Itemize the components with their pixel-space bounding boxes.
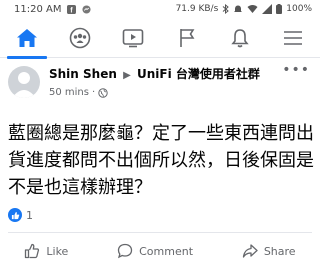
- home-icon: [16, 28, 37, 47]
- post-time[interactable]: 50 mins: [49, 87, 89, 98]
- tab-groups[interactable]: [58, 19, 102, 57]
- post-header: Shin Shen ▶ UniFi 台灣使用者社群 50 mins · •••: [0, 60, 320, 104]
- groups-icon: [69, 27, 91, 48]
- status-time: 11:20 AM: [14, 3, 62, 15]
- status-left: 11:20 AM f: [14, 3, 92, 15]
- share-label: Share: [263, 244, 296, 258]
- bell-icon: [231, 28, 249, 47]
- action-divider: [8, 232, 312, 233]
- menu-icon: [284, 30, 303, 45]
- reaction-count: 1: [26, 208, 33, 222]
- flag-icon: [179, 28, 195, 47]
- like-button[interactable]: Like: [14, 239, 78, 263]
- battery-icon: [276, 4, 283, 14]
- bluetooth-icon: [222, 4, 230, 14]
- tab-menu[interactable]: [271, 19, 315, 57]
- tab-notifications[interactable]: [218, 19, 262, 57]
- thumbs-up-icon: [25, 243, 40, 259]
- action-bar: Like Comment Share: [0, 236, 320, 266]
- post-sub-line: 50 mins ·: [49, 87, 282, 98]
- avatar[interactable]: [8, 66, 40, 98]
- tab-pages[interactable]: [165, 19, 209, 57]
- tab-bar: [0, 18, 320, 59]
- video-icon: [123, 28, 144, 47]
- default-avatar-icon: [12, 72, 36, 98]
- network-speed: 71.9 KB/s: [175, 4, 219, 14]
- globe-icon: [98, 87, 108, 98]
- status-right: 71.9 KB/s 100%: [176, 4, 312, 14]
- facebook-notification-icon: f: [67, 4, 77, 14]
- post-meta: Shin Shen ▶ UniFi 台灣使用者社群 50 mins ·: [49, 66, 282, 98]
- battery-level: 100%: [286, 4, 312, 14]
- reactions-summary[interactable]: 1: [8, 208, 33, 222]
- signal-icon: [262, 4, 273, 14]
- comment-label: Comment: [139, 244, 194, 258]
- tab-home[interactable]: [5, 19, 49, 59]
- author-name[interactable]: Shin Shen: [49, 67, 117, 81]
- status-bar: 11:20 AM f 71.9 KB/s 100%: [0, 0, 320, 18]
- tab-watch[interactable]: [111, 19, 155, 57]
- like-reaction-icon: [8, 208, 22, 222]
- dot-separator: ·: [91, 87, 96, 98]
- share-button[interactable]: Share: [232, 239, 306, 263]
- more-options-button[interactable]: •••: [282, 62, 312, 78]
- author-line: Shin Shen ▶ UniFi 台灣使用者社群: [49, 66, 282, 84]
- comment-button[interactable]: Comment: [107, 239, 203, 263]
- group-separator-arrow: ▶: [123, 70, 131, 81]
- comment-icon: [117, 243, 133, 259]
- alarm-icon: [233, 4, 243, 14]
- group-name[interactable]: UniFi 台灣使用者社群: [137, 67, 260, 81]
- share-icon: [242, 244, 258, 258]
- like-label: Like: [46, 244, 69, 258]
- wifi-icon: [247, 4, 258, 14]
- messenger-notification-icon: [82, 4, 92, 14]
- post-body-text: 藍圈總是那麼龜？定了一些東西連問出貨進度都問不出個所以然，日後保固是不是也這樣辦…: [8, 123, 314, 198]
